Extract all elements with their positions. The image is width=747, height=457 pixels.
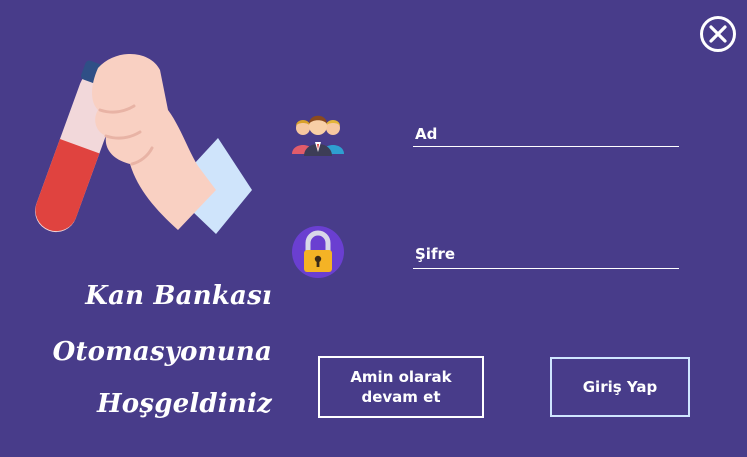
login-window: Kan Bankası Otomasyonuna Hoşgeldiniz Ami… — [0, 0, 747, 457]
welcome-line-3: Hoşgeldiniz — [97, 389, 272, 419]
blood-test-tube-icon — [35, 53, 252, 234]
continue-as-admin-button[interactable]: Amin olarak devam et — [318, 356, 484, 418]
users-group-icon — [292, 115, 344, 156]
welcome-line-1: Kan Bankası — [85, 281, 272, 311]
padlock-icon — [292, 226, 344, 278]
username-field[interactable] — [413, 122, 679, 147]
welcome-line-2: Otomasyonuna — [52, 337, 272, 367]
password-field[interactable] — [413, 240, 679, 269]
close-icon[interactable] — [699, 15, 737, 53]
login-button[interactable]: Giriş Yap — [550, 357, 690, 417]
